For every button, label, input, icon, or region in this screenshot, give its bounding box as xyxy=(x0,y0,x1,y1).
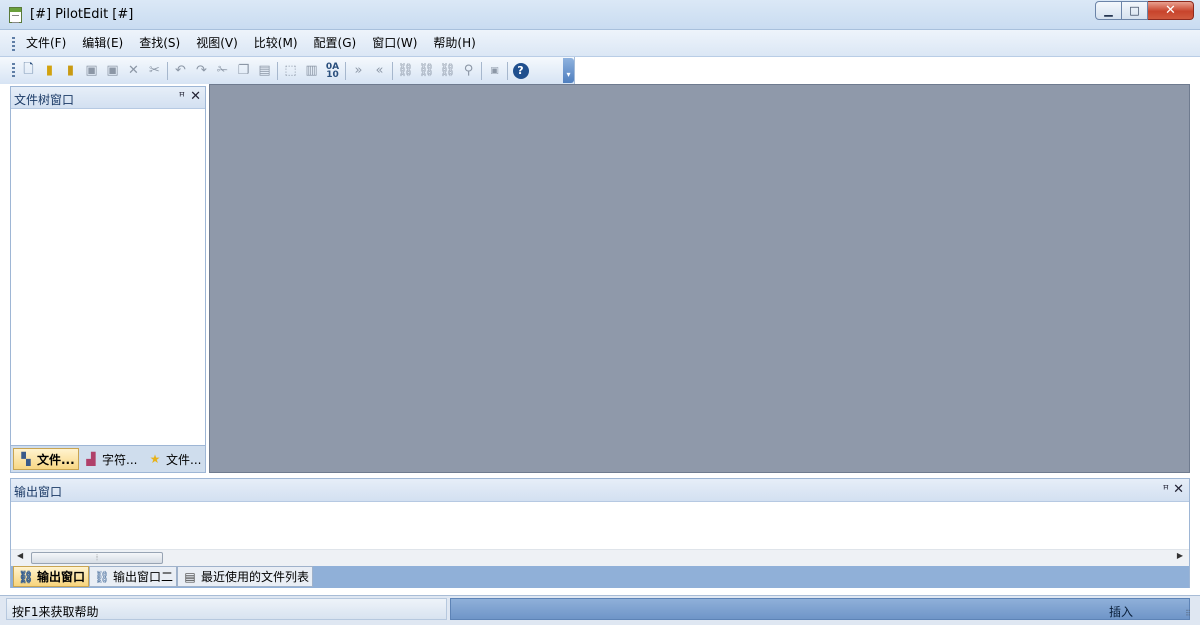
menu-search[interactable]: 查找(S) xyxy=(131,35,188,52)
tab-label: 输出窗口二 xyxy=(113,570,174,584)
pin-icon[interactable]: ꟸ xyxy=(1163,483,1169,496)
tab-file-tree[interactable]: ▚ 文件... xyxy=(13,448,79,470)
scroll-thumb[interactable]: ⦙ xyxy=(31,552,163,564)
toolbar-overflow-chevron-icon[interactable]: ▾ xyxy=(563,58,574,83)
hex-mode-icon[interactable]: ▣ xyxy=(484,61,505,80)
menu-window[interactable]: 窗口(W) xyxy=(364,35,425,52)
select-icon[interactable]: ⬚ xyxy=(280,61,301,80)
output-panel: 输出窗口 ꟸ ✕ ◀ ⦙ ▶ ⛓ 输出窗口 ⛓ 输出窗口二 ▤ 最近使用的文件列… xyxy=(10,478,1190,588)
close-button[interactable]: ✕ xyxy=(1148,1,1194,20)
compare-icon[interactable]: ⛓ xyxy=(395,61,416,80)
file-tree-icon: ▚ xyxy=(21,452,31,466)
merge-icon[interactable]: ⛓ xyxy=(416,61,437,80)
binoculars-icon: ⛓ xyxy=(94,569,110,584)
save-all-icon[interactable]: ▣ xyxy=(102,61,123,80)
file-tree-panel: 文件树窗口 ꟸ ✕ ▚ 文件... ▟ 字符... ★ 文件... xyxy=(10,86,206,473)
recent-files-icon: ▤ xyxy=(184,569,196,584)
tab-label: 字符... xyxy=(102,452,138,467)
diff-icon[interactable]: ⚲ xyxy=(458,61,479,80)
tab-favorites[interactable]: ★ 文件... xyxy=(143,448,205,470)
unindent-icon[interactable]: « xyxy=(369,61,390,80)
menu-bar: 文件(F) 编辑(E) 查找(S) 视图(V) 比较(M) 配置(G) 窗口(W… xyxy=(0,30,1200,57)
minimize-button[interactable]: ▁ xyxy=(1095,1,1122,20)
app-icon xyxy=(9,7,22,23)
menu-compare[interactable]: 比较(M) xyxy=(246,35,306,52)
star-icon: ★ xyxy=(149,452,161,466)
tab-label: 最近使用的文件列表 xyxy=(201,570,310,584)
menu-grip-handle[interactable] xyxy=(12,37,15,51)
sync-icon[interactable]: ⛓ xyxy=(437,61,458,80)
tab-recent-files[interactable]: ▤ 最近使用的文件列表 xyxy=(177,566,313,587)
menu-view[interactable]: 视图(V) xyxy=(188,35,246,52)
chart-icon: ▟ xyxy=(86,452,96,466)
open-folder-icon[interactable]: ▮ xyxy=(60,61,81,80)
toolbar: 🗋 ▮ ▮ ▣ ▣ ✕ ✂ ↶ ↷ ✁ ❐ ▤ ⬚ ▥ 0A 10 » « ⛓ ⛓… xyxy=(0,57,575,84)
output-header: 输出窗口 ꟸ ✕ xyxy=(11,479,1189,502)
scissors-icon[interactable]: ✁ xyxy=(212,61,233,80)
toolbar-separator xyxy=(507,61,508,80)
tab-label: 输出窗口 xyxy=(37,570,86,584)
toolbar-separator xyxy=(481,61,482,80)
help-icon: ? xyxy=(512,62,529,79)
scroll-left-icon[interactable]: ◀ xyxy=(17,551,23,560)
toolbar-separator xyxy=(392,61,393,80)
redo-icon[interactable]: ↷ xyxy=(191,61,212,80)
new-file-icon[interactable]: 🗋 xyxy=(18,61,39,80)
title-bar: [#] PilotEdit [#] ▁ □ ✕ xyxy=(0,0,1200,30)
toolbar-separator xyxy=(345,61,346,80)
maximize-button[interactable]: □ xyxy=(1122,1,1148,20)
menu-config[interactable]: 配置(G) xyxy=(306,35,365,52)
tab-label: 文件... xyxy=(166,452,202,467)
close-file-icon[interactable]: ✕ xyxy=(123,61,144,80)
output-tabs: ⛓ 输出窗口 ⛓ 输出窗口二 ▤ 最近使用的文件列表 xyxy=(11,566,1189,588)
tab-output-1[interactable]: ⛓ 输出窗口 xyxy=(13,566,89,587)
binoculars-icon: ⛓ xyxy=(18,569,34,584)
horizontal-scrollbar[interactable]: ◀ ⦙ ▶ xyxy=(11,549,1189,566)
window-title: [#] PilotEdit [#] xyxy=(30,7,134,22)
tab-output-2[interactable]: ⛓ 输出窗口二 xyxy=(89,566,177,587)
menu-help[interactable]: 帮助(H) xyxy=(425,35,483,52)
toolbar-separator xyxy=(167,61,168,80)
close-icon[interactable]: ✕ xyxy=(190,89,201,104)
indent-icon[interactable]: » xyxy=(348,61,369,80)
output-content[interactable] xyxy=(11,502,1189,549)
file-tree-tabs: ▚ 文件... ▟ 字符... ★ 文件... xyxy=(11,445,205,472)
save-icon[interactable]: ▣ xyxy=(81,61,102,80)
file-tree-header: 文件树窗口 ꟸ ✕ xyxy=(11,87,205,109)
status-help-segment: 按F1来获取帮助 xyxy=(6,598,447,620)
menu-file[interactable]: 文件(F) xyxy=(18,35,74,52)
menu-edit[interactable]: 编辑(E) xyxy=(74,35,131,52)
file-tree-title: 文件树窗口 xyxy=(14,93,75,107)
undo-icon[interactable]: ↶ xyxy=(170,61,191,80)
paste-icon[interactable]: ▤ xyxy=(254,61,275,80)
copy-icon[interactable]: ❐ xyxy=(233,61,254,80)
help-button[interactable]: ? xyxy=(510,61,531,80)
replace-icon[interactable]: ▥ xyxy=(301,61,322,80)
status-help-text: 按F1来获取帮助 xyxy=(12,605,99,619)
tab-label: 文件... xyxy=(37,452,75,467)
open-file-icon[interactable]: ▮ xyxy=(39,61,60,80)
tab-characters[interactable]: ▟ 字符... xyxy=(79,448,143,470)
document-area[interactable] xyxy=(209,84,1190,473)
status-bar: 按F1来获取帮助 插入 ⠿ xyxy=(0,595,1200,625)
status-mode-segment: 插入 xyxy=(450,598,1190,620)
main-menu: 文件(F) 编辑(E) 查找(S) 视图(V) 比较(M) 配置(G) 窗口(W… xyxy=(18,35,484,52)
window-controls: ▁ □ ✕ xyxy=(1095,1,1194,20)
pin-icon[interactable]: ꟸ xyxy=(179,90,185,103)
toolbar-separator xyxy=(277,61,278,80)
scroll-right-icon[interactable]: ▶ xyxy=(1177,551,1183,560)
toolbar-grip-handle[interactable] xyxy=(12,63,15,77)
cut-icon[interactable]: ✂ xyxy=(144,61,165,80)
status-insert-mode: 插入 xyxy=(1108,605,1133,619)
resize-grip-icon[interactable]: ⠿ xyxy=(1185,609,1191,618)
hex-icon[interactable]: 0A 10 xyxy=(322,61,343,80)
close-icon[interactable]: ✕ xyxy=(1173,482,1184,497)
output-title: 输出窗口 xyxy=(14,485,63,499)
